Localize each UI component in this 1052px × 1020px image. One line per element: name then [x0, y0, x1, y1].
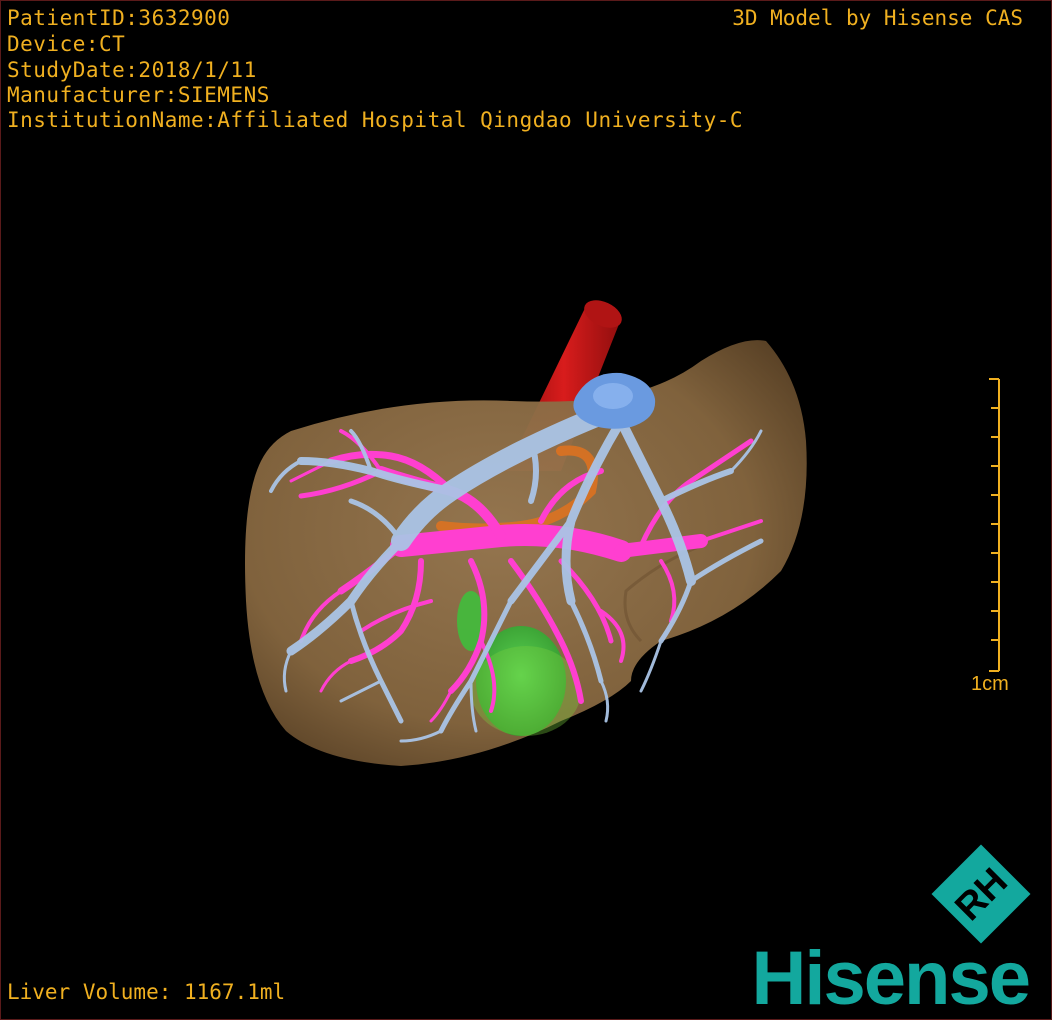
device-text: Device:CT	[7, 32, 126, 56]
model-credit-text: 3D Model by Hisense CAS	[732, 6, 1023, 30]
viewer-viewport[interactable]: PatientID:3632900 Device:CT StudyDate:20…	[0, 0, 1052, 1020]
study-date-text: StudyDate:2018/1/11	[7, 58, 257, 82]
scale-bar-ruler	[989, 378, 1000, 672]
hisense-logo-text: Hisense	[751, 936, 1031, 1020]
patient-id-text: PatientID:3632900	[7, 6, 231, 30]
manufacturer-text: Manufacturer:SIEMENS	[7, 83, 270, 107]
hisense-badge-icon: RH	[931, 844, 1031, 944]
liver-volume-text: Liver Volume: 1167.1ml	[7, 980, 286, 1004]
scale-label: 1cm	[971, 673, 1009, 695]
institution-text: InstitutionName:Affiliated Hospital Qing…	[7, 108, 744, 132]
3d-liver-model[interactable]	[1, 1, 1052, 1020]
